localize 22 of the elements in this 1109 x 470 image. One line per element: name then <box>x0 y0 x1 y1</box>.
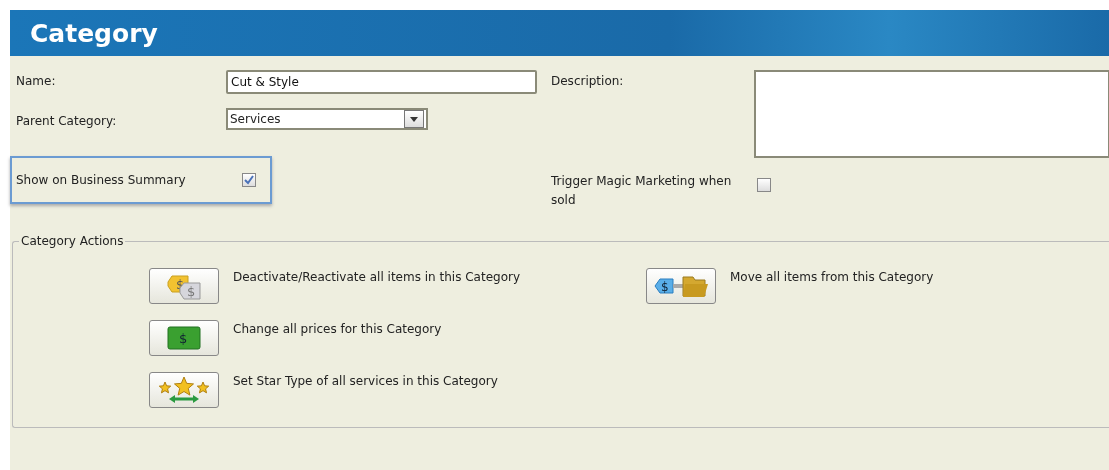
field-label: Parent Category: <box>15 113 118 128</box>
action-label: Change all prices for this Category <box>233 321 442 336</box>
action-label: Move all items from this Category <box>730 269 934 284</box>
description-field[interactable] <box>754 70 1109 158</box>
page-title: Category <box>30 18 158 48</box>
action-button[interactable]: $ <box>646 268 716 304</box>
action-label: Set Star Type of all services in this Category <box>233 373 498 388</box>
parent-category-dropdown[interactable]: Services <box>226 108 428 130</box>
checkbox[interactable] <box>242 173 256 187</box>
checkbox-label: Trigger Magic Marketing when sold <box>551 173 733 209</box>
checkbox[interactable] <box>757 178 771 192</box>
field-label: Description: <box>550 73 625 90</box>
action-button[interactable]: $ <box>149 320 219 356</box>
action-label: Deactivate/Reactivate all items in this Category <box>233 269 521 284</box>
group-legend: Category Actions <box>19 234 126 248</box>
checkbox-label: Show on Business Summary <box>16 173 187 187</box>
field-label: Name: <box>15 73 57 88</box>
stars-arrow-icon <box>157 376 211 404</box>
dropdown-arrow-icon <box>410 116 418 122</box>
action-button[interactable] <box>149 372 219 408</box>
dollar-bill-icon: $ <box>167 326 201 350</box>
name-field[interactable]: Cut & Style <box>226 70 537 94</box>
